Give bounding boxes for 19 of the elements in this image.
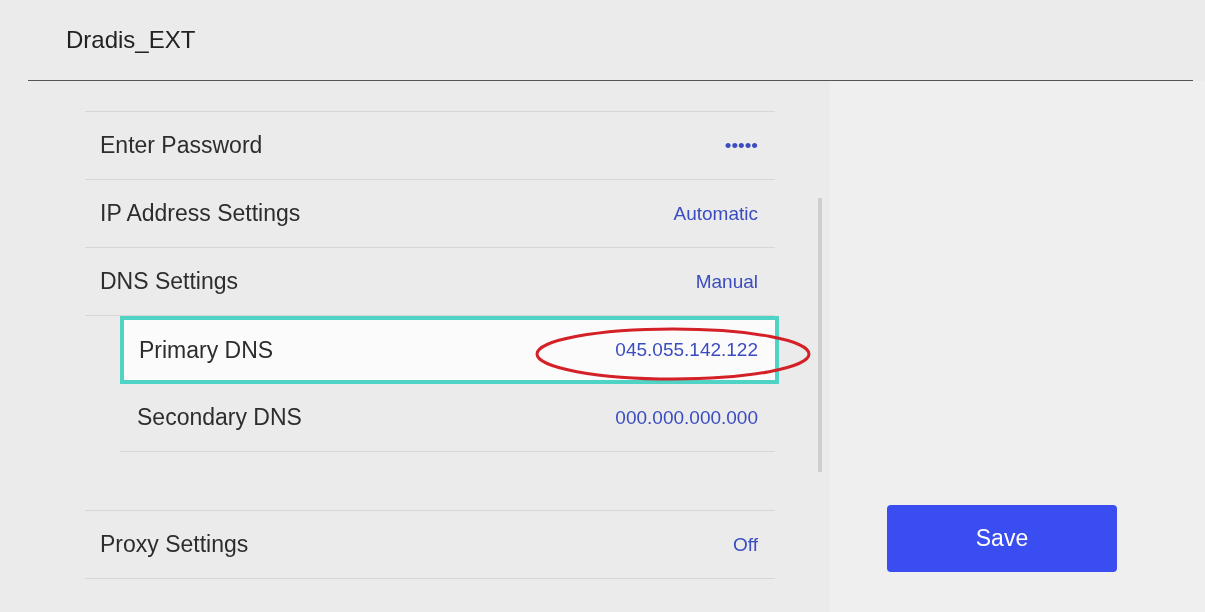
setting-label: IP Address Settings bbox=[100, 200, 301, 227]
setting-value: Manual bbox=[695, 270, 758, 293]
window-title: Dradis_EXT bbox=[66, 26, 196, 54]
setting-label: Secondary DNS bbox=[137, 404, 302, 431]
settings-row[interactable]: IP Address Settings Automatic bbox=[85, 180, 775, 248]
setting-value: ••••• bbox=[724, 134, 758, 157]
setting-label: Enter Password bbox=[100, 132, 263, 159]
settings-row[interactable]: Enter Password ••••• bbox=[85, 112, 775, 180]
setting-value: 045.055.142.122 bbox=[615, 339, 758, 361]
settings-row[interactable]: Primary DNS 045.055.142.122 bbox=[120, 316, 779, 384]
setting-value: Off bbox=[733, 533, 758, 556]
settings-row[interactable]: Proxy Settings Off bbox=[85, 511, 775, 579]
save-button[interactable]: Save bbox=[887, 505, 1117, 572]
setting-value: Automatic bbox=[673, 202, 758, 225]
settings-row[interactable]: Secondary DNS 000.000.000.000 bbox=[120, 384, 775, 452]
setting-label: Primary DNS bbox=[139, 336, 274, 364]
setting-label: Proxy Settings bbox=[100, 531, 249, 558]
setting-value: 000.000.000.000 bbox=[615, 406, 758, 429]
setting-label: DNS Settings bbox=[100, 268, 239, 295]
